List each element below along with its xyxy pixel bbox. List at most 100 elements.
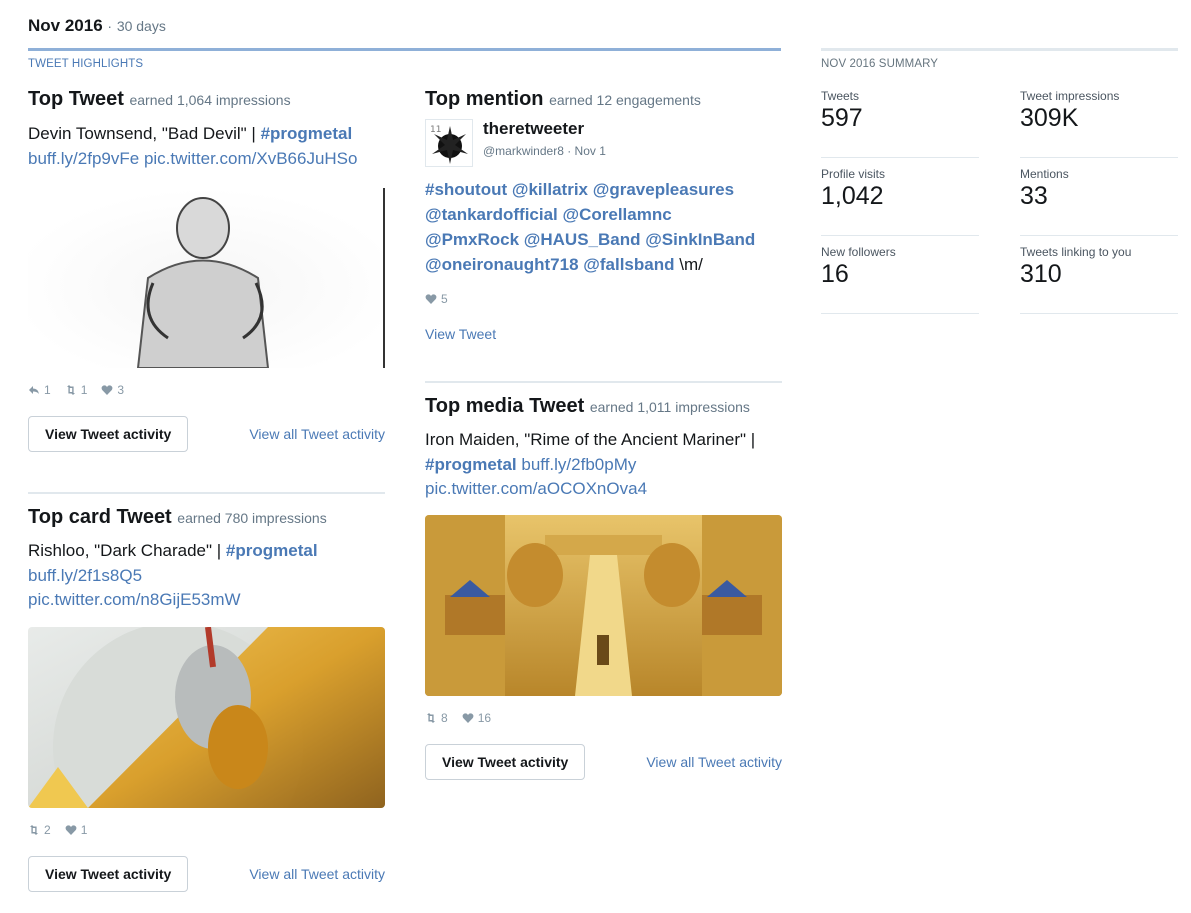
summary-row: Profile visits 1,042 Mentions 33 (821, 158, 1178, 236)
top-mention-text: #shoutout @killatrix @gravepleasures @ta… (425, 177, 782, 277)
top-media-likes[interactable]: 16 (462, 711, 491, 725)
metric-value: 309K (1020, 104, 1079, 132)
top-mention-view-tweet-row: View Tweet (425, 326, 782, 342)
top-media-link-2[interactable]: pic.twitter.com/aOCOXnOva4 (425, 479, 647, 498)
top-media-hashtag[interactable]: #progmetal (425, 455, 517, 474)
summary-metric-linking-tweets: Tweets linking to you 310 (1020, 236, 1178, 314)
metric-label: Tweets linking to you (1020, 245, 1132, 259)
middle-column: Top mention earned 12 engagements 11 the… (425, 88, 782, 780)
top-mention-title: Top mention (425, 88, 544, 110)
top-media-title: Top media Tweet (425, 395, 585, 417)
top-mention-heading: Top mention earned 12 engagements (425, 88, 782, 111)
svg-text:11: 11 (430, 125, 441, 135)
top-mention-card: Top mention earned 12 engagements 11 the… (425, 88, 782, 342)
top-media-view-activity-button[interactable]: View Tweet activity (425, 743, 586, 780)
mention-tag[interactable]: @PmxRock (425, 230, 519, 249)
top-tweet-replies[interactable]: 1 (28, 383, 51, 397)
top-card-image-art (28, 626, 385, 808)
mention-tag[interactable]: @HAUS_Band (524, 230, 641, 249)
heart-icon (101, 385, 113, 395)
top-mention-date: · Nov 1 (567, 144, 606, 158)
top-media-retweets[interactable]: 8 (425, 711, 448, 725)
left-column: Top Tweet earned 1,064 impressions Devin… (28, 88, 385, 892)
summary-metric-new-followers: New followers 16 (821, 236, 979, 314)
top-tweet-retweets[interactable]: 1 (65, 383, 88, 397)
top-media-link-1[interactable]: buff.ly/2fb0pMy (521, 455, 636, 474)
top-mention-stats: 5 (425, 291, 782, 307)
top-card-heading: Top card Tweet earned 780 impressions (28, 506, 385, 529)
top-media-stats: 8 16 (425, 710, 782, 726)
top-card-hashtag[interactable]: #progmetal (226, 541, 318, 560)
metric-label: Tweets (821, 89, 860, 103)
summary-metric-profile-visits: Profile visits 1,042 (821, 158, 979, 236)
mention-suffix: \m/ (679, 255, 703, 274)
heart-icon (65, 824, 77, 835)
mention-tag[interactable]: @SinkInBand (645, 230, 755, 249)
top-tweet-link-1[interactable]: buff.ly/2fp9vFe (28, 149, 139, 168)
metric-value: 597 (821, 104, 863, 132)
top-card-image[interactable] (28, 626, 385, 808)
metric-value: 1,042 (821, 182, 884, 210)
summary-row: Tweets 597 Tweet impressions 309K (821, 80, 1178, 158)
mention-tag[interactable]: @Corellamnc (563, 205, 672, 224)
middle-divider (425, 381, 782, 383)
top-mention-user: 11 theretweeter @markwinder8 · Nov 1 (425, 119, 782, 167)
top-mention-handle-line: @markwinder8 · Nov 1 (483, 144, 606, 158)
mention-tag[interactable]: #shoutout (425, 180, 507, 199)
period-days: 30 days (116, 18, 166, 34)
top-card-likes[interactable]: 1 (65, 823, 87, 837)
top-tweet-retweets-count: 1 (80, 383, 88, 397)
period-title: Nov 2016 · 30 days (28, 16, 166, 36)
top-tweet-view-activity-button[interactable]: View Tweet activity (28, 416, 189, 452)
retweet-icon (30, 824, 38, 835)
highlights-rule (28, 48, 781, 51)
top-card-retweets[interactable]: 2 (28, 823, 51, 837)
top-mention-user-name[interactable]: theretweeter (483, 119, 606, 139)
top-tweet-text: Devin Townsend, "Bad Devil" | #progmetal… (28, 122, 385, 171)
top-tweet-link-2[interactable]: pic.twitter.com/XvB66JuHSo (144, 149, 358, 168)
top-tweet-likes[interactable]: 3 (101, 383, 124, 397)
top-media-tweet-card: Top media Tweet earned 1,011 impressions… (425, 395, 782, 780)
summary-metric-impressions: Tweet impressions 309K (1020, 80, 1178, 158)
top-tweet-stats: 1 1 3 (28, 382, 385, 398)
top-card-view-all-link[interactable]: View all Tweet activity (249, 866, 385, 882)
metric-label: Mentions (1020, 167, 1069, 181)
top-tweet-image[interactable] (28, 188, 385, 368)
top-card-title: Top card Tweet (28, 506, 172, 528)
top-media-retweets-count: 8 (441, 710, 448, 725)
top-tweet-subtitle: earned 1,064 impressions (129, 92, 291, 108)
metric-label: Profile visits (821, 167, 886, 181)
top-media-image[interactable] (425, 514, 782, 696)
top-card-link-1[interactable]: buff.ly/2f1s8Q5 (28, 566, 142, 585)
top-mention-handle[interactable]: @markwinder8 (483, 144, 564, 158)
reply-icon (29, 386, 39, 394)
top-tweet-heading: Top Tweet earned 1,064 impressions (28, 88, 385, 111)
top-card-text-plain: Rishloo, "Dark Charade" | (28, 541, 226, 560)
metric-value: 310 (1020, 260, 1062, 288)
top-tweet-card: Top Tweet earned 1,064 impressions Devin… (28, 88, 385, 452)
top-media-view-all-link[interactable]: View all Tweet activity (646, 754, 782, 770)
top-tweet-likes-count: 3 (117, 383, 125, 397)
top-media-text: Iron Maiden, "Rime of the Ancient Marine… (425, 428, 782, 502)
top-tweet-view-all-link[interactable]: View all Tweet activity (249, 426, 385, 442)
heart-icon (425, 294, 437, 304)
top-card-subtitle: earned 780 impressions (177, 510, 327, 526)
mention-tag[interactable]: @gravepleasures (593, 180, 734, 199)
top-media-subtitle: earned 1,011 impressions (589, 399, 750, 415)
top-tweet-hashtag[interactable]: #progmetal (261, 124, 353, 143)
top-mention-likes[interactable]: 5 (425, 292, 448, 306)
mention-tag[interactable]: @fallsband (583, 255, 674, 274)
mention-tag[interactable]: @killatrix (512, 180, 588, 199)
summary-metric-tweets: Tweets 597 (821, 80, 979, 158)
retweet-icon (66, 385, 75, 395)
mention-tag[interactable]: @tankardofficial (425, 205, 558, 224)
highlights-label: TWEET HIGHLIGHTS (28, 58, 144, 70)
top-media-image-art (425, 514, 782, 696)
mention-tag[interactable]: @oneironaught718 (425, 255, 579, 274)
top-card-link-2[interactable]: pic.twitter.com/n8GijE53mW (28, 590, 241, 609)
top-card-view-activity-button[interactable]: View Tweet activity (28, 855, 189, 892)
top-card-retweets-count: 2 (44, 822, 51, 837)
retweet-icon (427, 712, 435, 723)
avatar[interactable]: 11 (425, 119, 473, 167)
top-mention-view-tweet-link[interactable]: View Tweet (425, 326, 496, 342)
